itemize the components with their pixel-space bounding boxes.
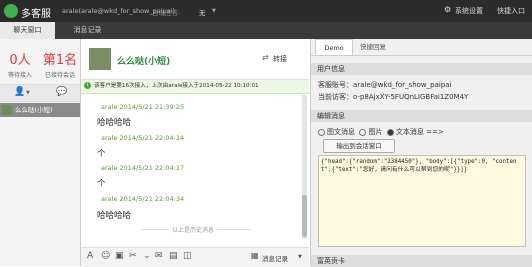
shake-icon[interactable]: ◫ xyxy=(183,251,192,261)
user-icon[interactable]: 👤 xyxy=(14,87,25,97)
app-logo-icon xyxy=(4,4,18,18)
info-icon: i xyxy=(84,82,91,89)
tab-message-records[interactable]: 消息记录 xyxy=(60,22,115,39)
transfer-icon[interactable]: ⇄ xyxy=(262,53,269,62)
title-bar: 多客服 arale(arale@wkd_for_show_paipai) 自动应… xyxy=(0,0,532,22)
message-json-editor[interactable]: {"head":{"random":"2384450"}, "body":[{"… xyxy=(318,155,526,247)
chat-header: 么么哒(小短) ⇄ 转接 xyxy=(81,39,309,80)
received-count: 第1名 xyxy=(42,53,78,68)
system-settings-button[interactable]: 系统设置 xyxy=(455,6,483,16)
chevron-down-icon[interactable]: ⌄ xyxy=(143,251,151,261)
screenshot-icon[interactable]: ✂ xyxy=(129,251,137,261)
tab-quick-reply[interactable]: 快捷回复 xyxy=(353,39,393,55)
contact-list-item[interactable]: 么么哒(小短) xyxy=(0,103,80,117)
message-text: 个 xyxy=(97,179,106,189)
auto-reply-dropdown[interactable]: 无 xyxy=(199,7,206,17)
received-stat: 第1名 已接待会话 xyxy=(40,49,80,79)
radio-image-text[interactable]: 图文消息 xyxy=(318,128,355,136)
record-icon[interactable]: ▦ xyxy=(251,251,259,260)
service-account: 客服账号：arale@wkd_for_show_paipai xyxy=(318,81,452,89)
transfer-button[interactable]: 转接 xyxy=(273,54,287,64)
emoji-icon[interactable]: ☺ xyxy=(101,251,110,261)
avatar xyxy=(2,105,12,115)
message-meta: arale 2014/5/21 22:04:17 xyxy=(101,164,185,172)
visit-notice: i 该客户是第16次接入，上次由arale接入于2014-05-22 10:10:… xyxy=(81,80,309,94)
chevron-down-icon[interactable]: ▼ xyxy=(212,8,216,14)
main-tab-bar: 聊天窗口 消息记录 xyxy=(0,22,532,39)
plugin-panel: Demo 快捷回复 用户信息 客服账号：arale@wkd_for_show_p… xyxy=(310,39,532,267)
input-toolbar: A ☺ ▣ ✂ ⌄ ✉ ▤ ◫ ▦ 消息记录 ▼ xyxy=(81,247,309,267)
font-icon[interactable]: A xyxy=(87,251,93,261)
waiting-label: 等待接入 xyxy=(7,72,32,79)
bottom-section-title: 富英贡卡 xyxy=(311,255,532,267)
tab-chat-window[interactable]: 聊天窗口 xyxy=(0,22,55,39)
message-meta: arale 2014/5/21 22:04:34 xyxy=(101,195,185,203)
message-text: 哈哈哈哈 xyxy=(97,211,132,221)
image-icon[interactable]: ▣ xyxy=(115,251,124,261)
chat-bubble-icon[interactable]: 💬 xyxy=(56,87,67,97)
message-record-button[interactable]: 消息记录 xyxy=(262,253,288,263)
chat-panel: 么么哒(小短) ⇄ 转接 i 该客户是第16次接入，上次由arale接入于2014… xyxy=(81,39,309,267)
waiting-stat: 0人 等待接入 xyxy=(0,49,40,79)
gear-icon[interactable]: ⚙ xyxy=(444,5,451,14)
message-text: 哈哈哈哈 xyxy=(97,118,132,128)
session-sidebar: 0人 等待接入 第1名 已接待会话 👤 ▼ 💬 么么哒(小短) xyxy=(0,39,81,266)
quick-reply-icon[interactable]: ✉ xyxy=(155,251,163,261)
chevron-down-icon[interactable]: ▼ xyxy=(298,254,302,260)
message-meta: arale 2014/5/21 22:04:14 xyxy=(101,134,185,142)
edit-message-title: 编辑消息 xyxy=(311,110,532,122)
quick-entry-button[interactable]: 快捷入口 xyxy=(497,6,525,16)
chevron-down-icon[interactable]: ▼ xyxy=(26,90,30,96)
chat-contact-name: 么么哒(小短) xyxy=(117,57,171,67)
radio-text[interactable]: 文本消息 ==> xyxy=(386,128,444,136)
auto-reply-label: 自动应答: xyxy=(152,9,181,17)
file-icon[interactable]: ▤ xyxy=(169,251,178,261)
message-type-options: 图文消息 图片 文本消息 ==> xyxy=(318,127,444,137)
contact-name: 么么哒(小短) xyxy=(15,106,53,114)
history-link[interactable]: 以上是历史消息 xyxy=(169,225,218,234)
user-info-title: 用户信息 xyxy=(311,63,532,75)
radio-image[interactable]: 图片 xyxy=(359,128,382,136)
waiting-count: 0人 xyxy=(9,53,31,68)
avatar xyxy=(89,48,111,70)
current-visitor: 当前访客：o-p8AjxXY-5FUQnLIGBFai1Z0M4Y xyxy=(318,93,469,101)
scroll-thumb[interactable] xyxy=(302,195,307,237)
sidebar-filter-bar: 👤 ▼ 💬 xyxy=(0,84,80,102)
tab-divider xyxy=(311,55,532,56)
notice-text: 该客户是第16次接入，上次由arale接入于2014-05-22 10:10:0… xyxy=(94,83,259,89)
message-text: 个 xyxy=(97,149,106,159)
output-to-chat-button[interactable]: 输出到会话窗口 xyxy=(323,139,395,153)
app-name: 多客服 xyxy=(21,9,51,20)
tab-demo[interactable]: Demo xyxy=(315,39,353,56)
received-label: 已接待会话 xyxy=(44,72,75,79)
message-meta: arale 2014/5/21 21:39:25 xyxy=(101,103,185,111)
chat-scrollbar[interactable] xyxy=(302,95,307,239)
